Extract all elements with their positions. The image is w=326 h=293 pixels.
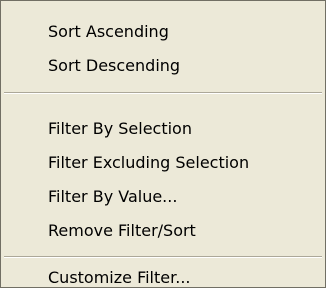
menu-item-filter-by-value[interactable]: Filter By Value... xyxy=(1,182,325,212)
menu-item-label: Filter By Selection xyxy=(48,119,192,138)
menu-item-label: Sort Ascending xyxy=(48,22,169,41)
menu-item-label: Filter By Value... xyxy=(48,187,178,206)
menu-separator xyxy=(4,92,322,94)
menu-item-label: Remove Filter/Sort xyxy=(48,221,196,240)
menu-item-remove-filter-sort[interactable]: Remove Filter/Sort xyxy=(1,216,325,246)
menu-separator xyxy=(4,256,322,258)
menu-item-sort-descending[interactable]: Sort Descending xyxy=(1,51,325,81)
menu-item-label: Customize Filter... xyxy=(48,268,191,287)
context-menu: Sort Ascending Sort Descending Filter By… xyxy=(0,0,326,288)
menu-item-filter-by-selection[interactable]: Filter By Selection xyxy=(1,114,325,144)
menu-item-customize-filter[interactable]: Customize Filter... xyxy=(1,263,325,293)
menu-item-filter-excluding-selection[interactable]: Filter Excluding Selection xyxy=(1,148,325,178)
menu-item-label: Sort Descending xyxy=(48,56,181,75)
menu-item-sort-ascending[interactable]: Sort Ascending xyxy=(1,17,325,47)
menu-item-label: Filter Excluding Selection xyxy=(48,153,250,172)
